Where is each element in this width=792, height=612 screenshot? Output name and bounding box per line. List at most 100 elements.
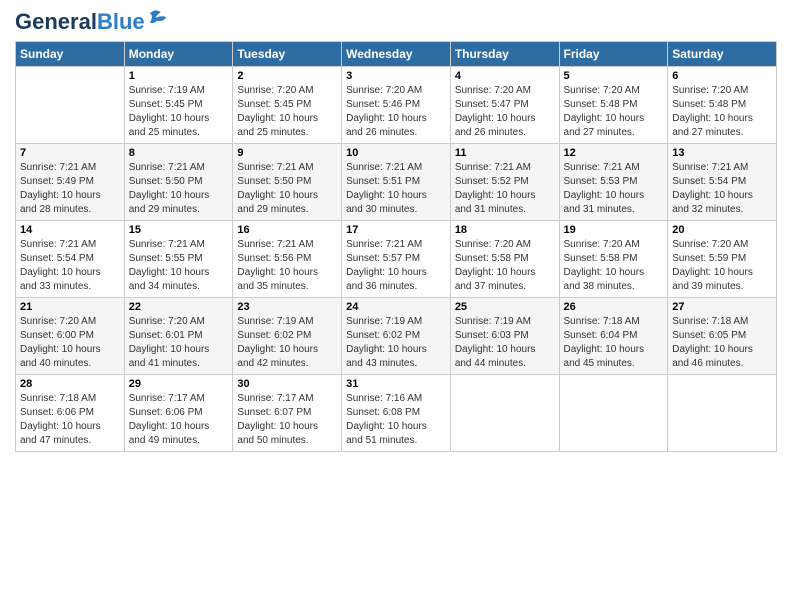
day-info: Sunrise: 7:21 AM Sunset: 5:56 PM Dayligh… [237,238,337,294]
calendar-cell: 11Sunrise: 7:21 AM Sunset: 5:52 PM Dayli… [450,144,559,221]
calendar-cell: 9 Sunrise: 7:21 AM Sunset: 5:50 PM Daylig… [233,144,342,221]
calendar-cell: 19 Sunrise: 7:20 AM Sunset: 5:58 PM Dayli… [559,221,668,298]
calendar-week-row: 7 Sunrise: 7:21 AM Sunset: 5:49 PM Daylig… [16,144,777,221]
day-info: Sunrise: 7:20 AM Sunset: 5:58 PM Dayligh… [564,238,664,294]
day-of-week-header: Sunday [16,42,125,67]
calendar-cell: 29 Sunrise: 7:17 AM Sunset: 6:06 PM Dayli… [124,375,233,452]
calendar-cell: 6 Sunrise: 7:20 AM Sunset: 5:48 PM Daylig… [668,67,777,144]
day-number: 31 [346,378,446,390]
day-info: Sunrise: 7:20 AM Sunset: 5:59 PM Dayligh… [672,238,772,294]
calendar-week-row: 28 Sunrise: 7:18 AM Sunset: 6:06 PM Dayli… [16,375,777,452]
day-info: Sunrise: 7:21 AM Sunset: 5:50 PM Dayligh… [237,161,337,217]
day-info: Sunrise: 7:21 AM Sunset: 5:51 PM Dayligh… [346,161,446,217]
day-info: Sunrise: 7:21 AM Sunset: 5:49 PM Dayligh… [20,161,120,217]
calendar-cell: 18 Sunrise: 7:20 AM Sunset: 5:58 PM Dayli… [450,221,559,298]
day-info: Sunrise: 7:19 AM Sunset: 6:02 PM Dayligh… [237,315,337,371]
day-info: Sunrise: 7:18 AM Sunset: 6:04 PM Dayligh… [564,315,664,371]
calendar-cell: 15Sunrise: 7:21 AM Sunset: 5:55 PM Dayli… [124,221,233,298]
calendar-cell [559,375,668,452]
day-number: 16 [237,224,337,236]
day-number: 28 [20,378,120,390]
day-info: Sunrise: 7:20 AM Sunset: 5:46 PM Dayligh… [346,84,446,140]
calendar-cell: 24 Sunrise: 7:19 AM Sunset: 6:02 PM Dayli… [342,298,451,375]
calendar-week-row: 1 Sunrise: 7:19 AM Sunset: 5:45 PM Daylig… [16,67,777,144]
calendar-cell: 2 Sunrise: 7:20 AM Sunset: 5:45 PM Daylig… [233,67,342,144]
day-info: Sunrise: 7:20 AM Sunset: 5:48 PM Dayligh… [672,84,772,140]
day-number: 15 [129,224,229,236]
calendar-cell: 1 Sunrise: 7:19 AM Sunset: 5:45 PM Daylig… [124,67,233,144]
calendar-cell: 3 Sunrise: 7:20 AM Sunset: 5:46 PM Daylig… [342,67,451,144]
day-number: 1 [129,70,229,82]
day-info: Sunrise: 7:21 AM Sunset: 5:50 PM Dayligh… [129,161,229,217]
logo: GeneralBlue [15,10,170,33]
day-number: 29 [129,378,229,390]
page-header: GeneralBlue [15,10,777,33]
calendar-cell: 17 Sunrise: 7:21 AM Sunset: 5:57 PM Dayli… [342,221,451,298]
day-number: 10 [346,147,446,159]
day-info: Sunrise: 7:19 AM Sunset: 6:03 PM Dayligh… [455,315,555,371]
page-container: GeneralBlue SundayMondayTuesdayWednesday… [0,0,792,462]
day-number: 17 [346,224,446,236]
day-info: Sunrise: 7:20 AM Sunset: 5:45 PM Dayligh… [237,84,337,140]
calendar-cell: 8 Sunrise: 7:21 AM Sunset: 5:50 PM Daylig… [124,144,233,221]
day-of-week-header: Tuesday [233,42,342,67]
day-info: Sunrise: 7:21 AM Sunset: 5:52 PM Dayligh… [455,161,555,217]
day-info: Sunrise: 7:20 AM Sunset: 6:00 PM Dayligh… [20,315,120,371]
calendar-cell: 22 Sunrise: 7:20 AM Sunset: 6:01 PM Dayli… [124,298,233,375]
calendar-cell: 10 Sunrise: 7:21 AM Sunset: 5:51 PM Dayli… [342,144,451,221]
calendar-cell [668,375,777,452]
day-of-week-header: Monday [124,42,233,67]
day-number: 27 [672,301,772,313]
day-number: 12 [564,147,664,159]
day-info: Sunrise: 7:20 AM Sunset: 5:48 PM Dayligh… [564,84,664,140]
calendar-cell: 25 Sunrise: 7:19 AM Sunset: 6:03 PM Dayli… [450,298,559,375]
day-info: Sunrise: 7:16 AM Sunset: 6:08 PM Dayligh… [346,392,446,448]
day-info: Sunrise: 7:20 AM Sunset: 5:58 PM Dayligh… [455,238,555,294]
day-number: 22 [129,301,229,313]
day-info: Sunrise: 7:17 AM Sunset: 6:06 PM Dayligh… [129,392,229,448]
day-info: Sunrise: 7:19 AM Sunset: 6:02 PM Dayligh… [346,315,446,371]
day-number: 6 [672,70,772,82]
calendar-cell: 28 Sunrise: 7:18 AM Sunset: 6:06 PM Dayli… [16,375,125,452]
calendar-cell: 31 Sunrise: 7:16 AM Sunset: 6:08 PM Dayli… [342,375,451,452]
day-number: 23 [237,301,337,313]
calendar-cell: 5 Sunrise: 7:20 AM Sunset: 5:48 PM Daylig… [559,67,668,144]
day-number: 3 [346,70,446,82]
calendar-cell: 7 Sunrise: 7:21 AM Sunset: 5:49 PM Daylig… [16,144,125,221]
calendar-cell: 27 Sunrise: 7:18 AM Sunset: 6:05 PM Dayli… [668,298,777,375]
day-info: Sunrise: 7:18 AM Sunset: 6:05 PM Dayligh… [672,315,772,371]
day-info: Sunrise: 7:17 AM Sunset: 6:07 PM Dayligh… [237,392,337,448]
day-number: 18 [455,224,555,236]
day-of-week-header: Wednesday [342,42,451,67]
day-number: 4 [455,70,555,82]
day-number: 5 [564,70,664,82]
day-info: Sunrise: 7:20 AM Sunset: 5:47 PM Dayligh… [455,84,555,140]
day-of-week-header: Saturday [668,42,777,67]
calendar-cell: 21Sunrise: 7:20 AM Sunset: 6:00 PM Dayli… [16,298,125,375]
day-info: Sunrise: 7:21 AM Sunset: 5:54 PM Dayligh… [20,238,120,294]
day-number: 13 [672,147,772,159]
day-info: Sunrise: 7:19 AM Sunset: 5:45 PM Dayligh… [129,84,229,140]
day-number: 24 [346,301,446,313]
day-info: Sunrise: 7:21 AM Sunset: 5:57 PM Dayligh… [346,238,446,294]
day-number: 7 [20,147,120,159]
day-number: 8 [129,147,229,159]
day-info: Sunrise: 7:20 AM Sunset: 6:01 PM Dayligh… [129,315,229,371]
day-number: 20 [672,224,772,236]
calendar-cell: 23 Sunrise: 7:19 AM Sunset: 6:02 PM Dayli… [233,298,342,375]
calendar-cell: 30Sunrise: 7:17 AM Sunset: 6:07 PM Dayli… [233,375,342,452]
calendar-cell: 14Sunrise: 7:21 AM Sunset: 5:54 PM Dayli… [16,221,125,298]
day-number: 9 [237,147,337,159]
day-info: Sunrise: 7:18 AM Sunset: 6:06 PM Dayligh… [20,392,120,448]
day-number: 25 [455,301,555,313]
calendar-cell: 16 Sunrise: 7:21 AM Sunset: 5:56 PM Dayli… [233,221,342,298]
calendar-cell: 4 Sunrise: 7:20 AM Sunset: 5:47 PM Daylig… [450,67,559,144]
calendar-cell: 13Sunrise: 7:21 AM Sunset: 5:54 PM Dayli… [668,144,777,221]
calendar-header-row: SundayMondayTuesdayWednesdayThursdayFrid… [16,42,777,67]
day-info: Sunrise: 7:21 AM Sunset: 5:53 PM Dayligh… [564,161,664,217]
calendar-cell [450,375,559,452]
day-number: 2 [237,70,337,82]
day-number: 26 [564,301,664,313]
calendar-cell: 12 Sunrise: 7:21 AM Sunset: 5:53 PM Dayli… [559,144,668,221]
day-number: 19 [564,224,664,236]
